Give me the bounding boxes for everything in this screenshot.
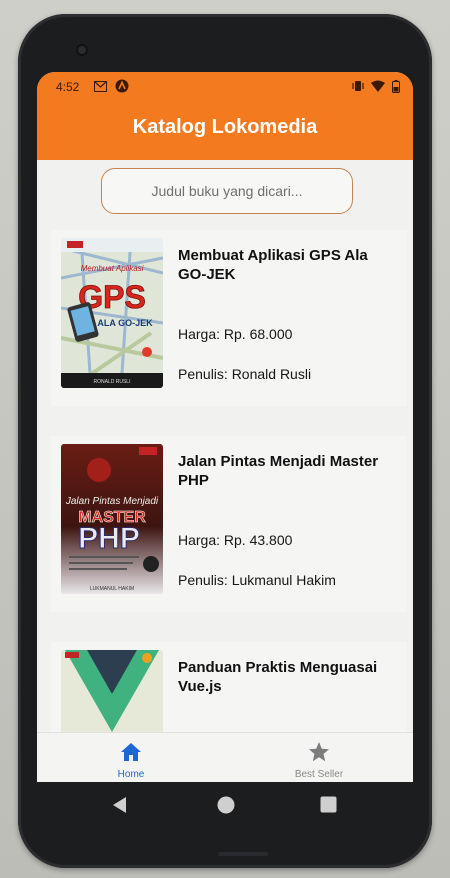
bottom-navigation: Home Best Seller xyxy=(37,732,413,782)
home-icon xyxy=(120,741,142,763)
home-circle-icon[interactable] xyxy=(216,795,236,820)
cover-footer: LUKMANUL HAKIM xyxy=(90,586,134,592)
cover-footer: RONALD RUSLI xyxy=(94,379,131,385)
cover-line1: Jalan Pintas Menjadi xyxy=(65,496,159,507)
vibrate-icon xyxy=(351,79,365,93)
book-cover-vue xyxy=(61,650,163,732)
cover-line1: Membuat Aplikasi xyxy=(81,264,144,273)
nav-home-label: Home xyxy=(117,769,145,780)
cover-sub: ALA GO-JEK xyxy=(97,318,153,328)
gmail-icon xyxy=(93,79,107,93)
app-notification-icon xyxy=(115,79,129,93)
nav-best-seller-label: Best Seller xyxy=(294,769,344,780)
screen: 4:52 Katalog Lokomedia Judul buku yang d… xyxy=(37,72,413,782)
status-bar: 4:52 xyxy=(37,78,413,96)
battery-icon xyxy=(389,79,403,93)
search-box[interactable] xyxy=(101,168,353,214)
book-price: Harga: Rp. 43.800 xyxy=(178,532,293,548)
front-camera xyxy=(76,44,88,56)
app-title: Katalog Lokomedia xyxy=(132,116,318,138)
star-icon xyxy=(308,741,330,763)
bottom-speaker xyxy=(218,852,268,856)
book-cover-php: Jalan Pintas Menjadi MASTER PHP LUKMANUL… xyxy=(61,444,163,594)
book-cover-gps: Membuat Aplikasi GPS ALA GO-JEK RONALD R… xyxy=(61,238,163,388)
search-input[interactable] xyxy=(110,182,344,200)
nav-best-seller[interactable]: Best Seller xyxy=(259,733,379,782)
recents-icon[interactable] xyxy=(320,796,337,818)
book-author: Penulis: Lukmanul Hakim xyxy=(178,572,336,588)
book-card[interactable]: Membuat Aplikasi GPS ALA GO-JEK RONALD R… xyxy=(51,230,407,406)
book-title: Membuat Aplikasi GPS Ala GO-JEK xyxy=(178,247,368,283)
app-bar: 4:52 Katalog Lokomedia xyxy=(37,72,413,160)
cover-sub: PHP xyxy=(78,522,140,555)
book-card[interactable]: Panduan Praktis Menguasai Vue.js xyxy=(51,642,407,732)
book-author: Penulis: Ronald Rusli xyxy=(178,366,312,382)
book-title: Jalan Pintas Menjadi Master PHP xyxy=(178,453,379,489)
status-time: 4:52 xyxy=(56,80,80,94)
book-card[interactable]: Jalan Pintas Menjadi MASTER PHP LUKMANUL… xyxy=(51,436,407,612)
book-title: Panduan Praktis Menguasai Vue.js xyxy=(178,659,378,695)
wifi-icon xyxy=(371,79,385,93)
nav-home[interactable]: Home xyxy=(71,733,191,782)
back-icon[interactable] xyxy=(111,796,127,819)
system-navigation-bar xyxy=(37,782,413,830)
book-list[interactable]: Membuat Aplikasi GPS ALA GO-JEK RONALD R… xyxy=(37,224,413,732)
book-price: Harga: Rp. 68.000 xyxy=(178,326,293,342)
